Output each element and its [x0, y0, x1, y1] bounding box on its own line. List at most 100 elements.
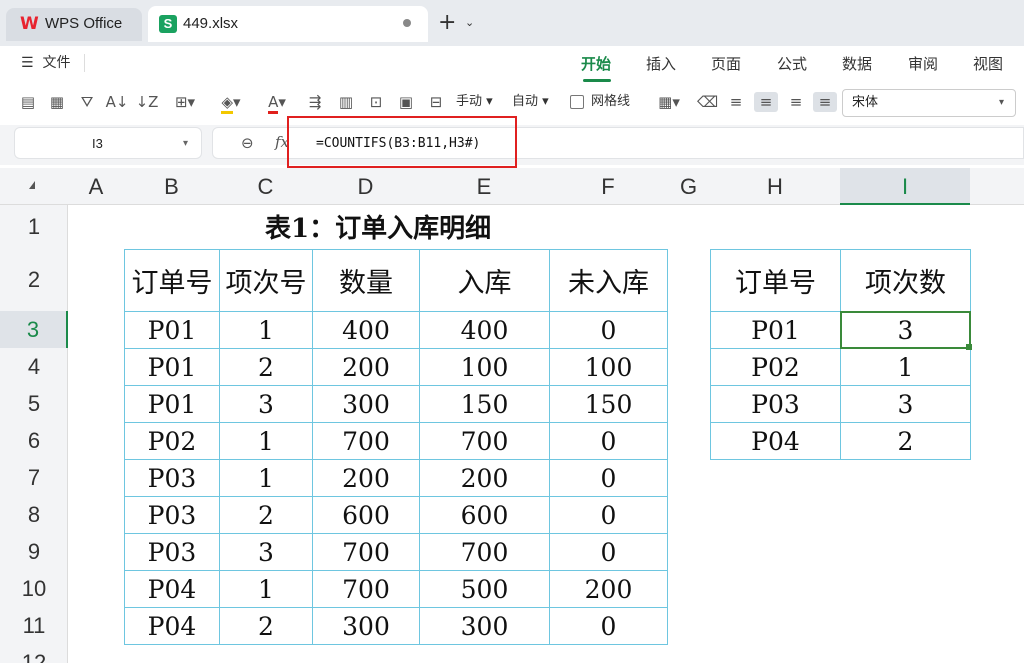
- header-item-no[interactable]: 项次号: [219, 249, 313, 312]
- order-detail-cell[interactable]: 700: [312, 570, 420, 608]
- header-quantity[interactable]: 数量: [312, 249, 420, 312]
- order-detail-cell[interactable]: 600: [312, 496, 420, 534]
- gridlines-checkbox[interactable]: [570, 95, 584, 109]
- order-detail-cell[interactable]: 2: [219, 348, 313, 386]
- column-header-a[interactable]: A: [68, 168, 124, 205]
- tab-data[interactable]: 数据: [842, 55, 872, 73]
- insert-cell-icon[interactable]: ⊡: [365, 92, 387, 112]
- order-count-cell[interactable]: P03: [710, 385, 841, 423]
- order-count-cell[interactable]: P02: [710, 348, 841, 386]
- column-header-h[interactable]: H: [710, 168, 840, 205]
- order-count-cell[interactable]: 2: [840, 422, 971, 460]
- order-detail-cell[interactable]: 1: [219, 311, 313, 349]
- order-detail-cell[interactable]: 700: [419, 533, 550, 571]
- chevron-down-icon[interactable]: ▾: [183, 136, 188, 152]
- column-header-c[interactable]: C: [219, 168, 312, 205]
- borders-icon[interactable]: ⊞▾: [167, 92, 203, 112]
- row-header-2[interactable]: 2: [0, 249, 68, 311]
- order-detail-cell[interactable]: P01: [124, 385, 220, 423]
- order-count-cell[interactable]: 1: [840, 348, 971, 386]
- header-order-no[interactable]: 订单号: [124, 249, 220, 312]
- header-order-no[interactable]: 订单号: [710, 249, 841, 312]
- order-detail-cell[interactable]: 0: [549, 496, 668, 534]
- column-header-i[interactable]: I: [840, 168, 970, 205]
- fill-color-icon[interactable]: ◈▾: [213, 92, 249, 114]
- order-detail-cell[interactable]: P04: [124, 607, 220, 645]
- tab-view[interactable]: 视图: [973, 55, 1003, 73]
- order-detail-cell[interactable]: 150: [549, 385, 668, 423]
- column-header-g[interactable]: G: [667, 168, 710, 205]
- row-header-7[interactable]: 7: [0, 459, 68, 496]
- row-header-10[interactable]: 10: [0, 570, 68, 607]
- row-header-6[interactable]: 6: [0, 422, 68, 459]
- order-detail-cell[interactable]: 700: [312, 533, 420, 571]
- order-detail-cell[interactable]: 700: [419, 422, 550, 460]
- order-detail-cell[interactable]: P04: [124, 570, 220, 608]
- order-count-cell[interactable]: P04: [710, 422, 841, 460]
- order-detail-cell[interactable]: 100: [419, 348, 550, 386]
- format-cells-icon[interactable]: ▣: [395, 92, 417, 112]
- tab-home[interactable]: 开始: [581, 55, 611, 73]
- order-detail-cell[interactable]: 400: [419, 311, 550, 349]
- order-detail-cell[interactable]: 2: [219, 496, 313, 534]
- wrap-text-icon[interactable]: ⇶: [304, 92, 326, 112]
- order-detail-cell[interactable]: 0: [549, 422, 668, 460]
- order-detail-cell[interactable]: P03: [124, 533, 220, 571]
- align-right-icon[interactable]: ≡: [786, 92, 806, 112]
- select-all-corner-icon[interactable]: [29, 181, 35, 189]
- order-detail-cell[interactable]: P02: [124, 422, 220, 460]
- order-detail-cell[interactable]: 600: [419, 496, 550, 534]
- row-header-9[interactable]: 9: [0, 533, 68, 570]
- row-header-4[interactable]: 4: [0, 348, 68, 385]
- row-header-3[interactable]: 3: [0, 311, 68, 348]
- merge-cells-icon[interactable]: ▥: [335, 92, 357, 112]
- header-not-received[interactable]: 未入库: [549, 249, 668, 312]
- order-count-cell[interactable]: 3: [840, 385, 971, 423]
- column-header-e[interactable]: E: [419, 168, 549, 205]
- tab-formula[interactable]: 公式: [777, 55, 807, 73]
- order-detail-cell[interactable]: 1: [219, 570, 313, 608]
- filter-icon[interactable]: ⛛: [77, 92, 97, 112]
- align-center-icon[interactable]: ≡: [754, 92, 778, 112]
- order-detail-cell[interactable]: 100: [549, 348, 668, 386]
- tab-page[interactable]: 页面: [711, 55, 741, 73]
- sort-ascending-icon[interactable]: A↓: [105, 92, 129, 112]
- order-detail-cell[interactable]: P03: [124, 459, 220, 497]
- manual-calc-dropdown[interactable]: 手动 ▾: [456, 94, 493, 110]
- auto-calc-dropdown[interactable]: 自动 ▾: [512, 94, 549, 110]
- order-detail-cell[interactable]: 3: [219, 533, 313, 571]
- align-justify-icon[interactable]: ≡: [813, 92, 837, 112]
- unsaved-dot-icon[interactable]: [403, 19, 411, 27]
- row-header-12[interactable]: 12: [0, 644, 68, 663]
- paste-values-icon[interactable]: ▤: [18, 92, 38, 112]
- fill-handle[interactable]: [966, 344, 972, 350]
- order-detail-cell[interactable]: P03: [124, 496, 220, 534]
- chevron-down-icon[interactable]: ▾: [999, 95, 1004, 111]
- order-detail-cell[interactable]: 200: [312, 459, 420, 497]
- new-tab-plus-icon[interactable]: +: [438, 10, 456, 36]
- font-color-icon[interactable]: A▾: [259, 92, 295, 114]
- row-header-11[interactable]: 11: [0, 607, 68, 644]
- order-detail-cell[interactable]: 200: [312, 348, 420, 386]
- order-detail-cell[interactable]: 0: [549, 459, 668, 497]
- row-header-1[interactable]: 1: [0, 205, 68, 249]
- header-item-count[interactable]: 项次数: [840, 249, 971, 312]
- sort-descending-icon[interactable]: ↓Z: [135, 92, 159, 112]
- order-detail-cell[interactable]: 200: [419, 459, 550, 497]
- file-menu-button[interactable]: ☰ 文件: [21, 54, 70, 72]
- header-received[interactable]: 入库: [419, 249, 550, 312]
- name-box[interactable]: [14, 127, 202, 159]
- order-detail-cell[interactable]: P01: [124, 311, 220, 349]
- order-detail-cell[interactable]: 200: [549, 570, 668, 608]
- tab-insert[interactable]: 插入: [646, 55, 676, 73]
- order-detail-cell[interactable]: 0: [549, 607, 668, 645]
- order-detail-cell[interactable]: 2: [219, 607, 313, 645]
- align-left-icon[interactable]: ≡: [726, 92, 746, 112]
- sheet-title[interactable]: 表1：订单入库明细: [265, 212, 491, 246]
- freeze-panes-icon[interactable]: ⊟: [425, 92, 447, 112]
- row-header-5[interactable]: 5: [0, 385, 68, 422]
- paste-icon[interactable]: ▦: [47, 92, 67, 112]
- order-detail-cell[interactable]: 700: [312, 422, 420, 460]
- row-header-8[interactable]: 8: [0, 496, 68, 533]
- order-detail-cell[interactable]: 400: [312, 311, 420, 349]
